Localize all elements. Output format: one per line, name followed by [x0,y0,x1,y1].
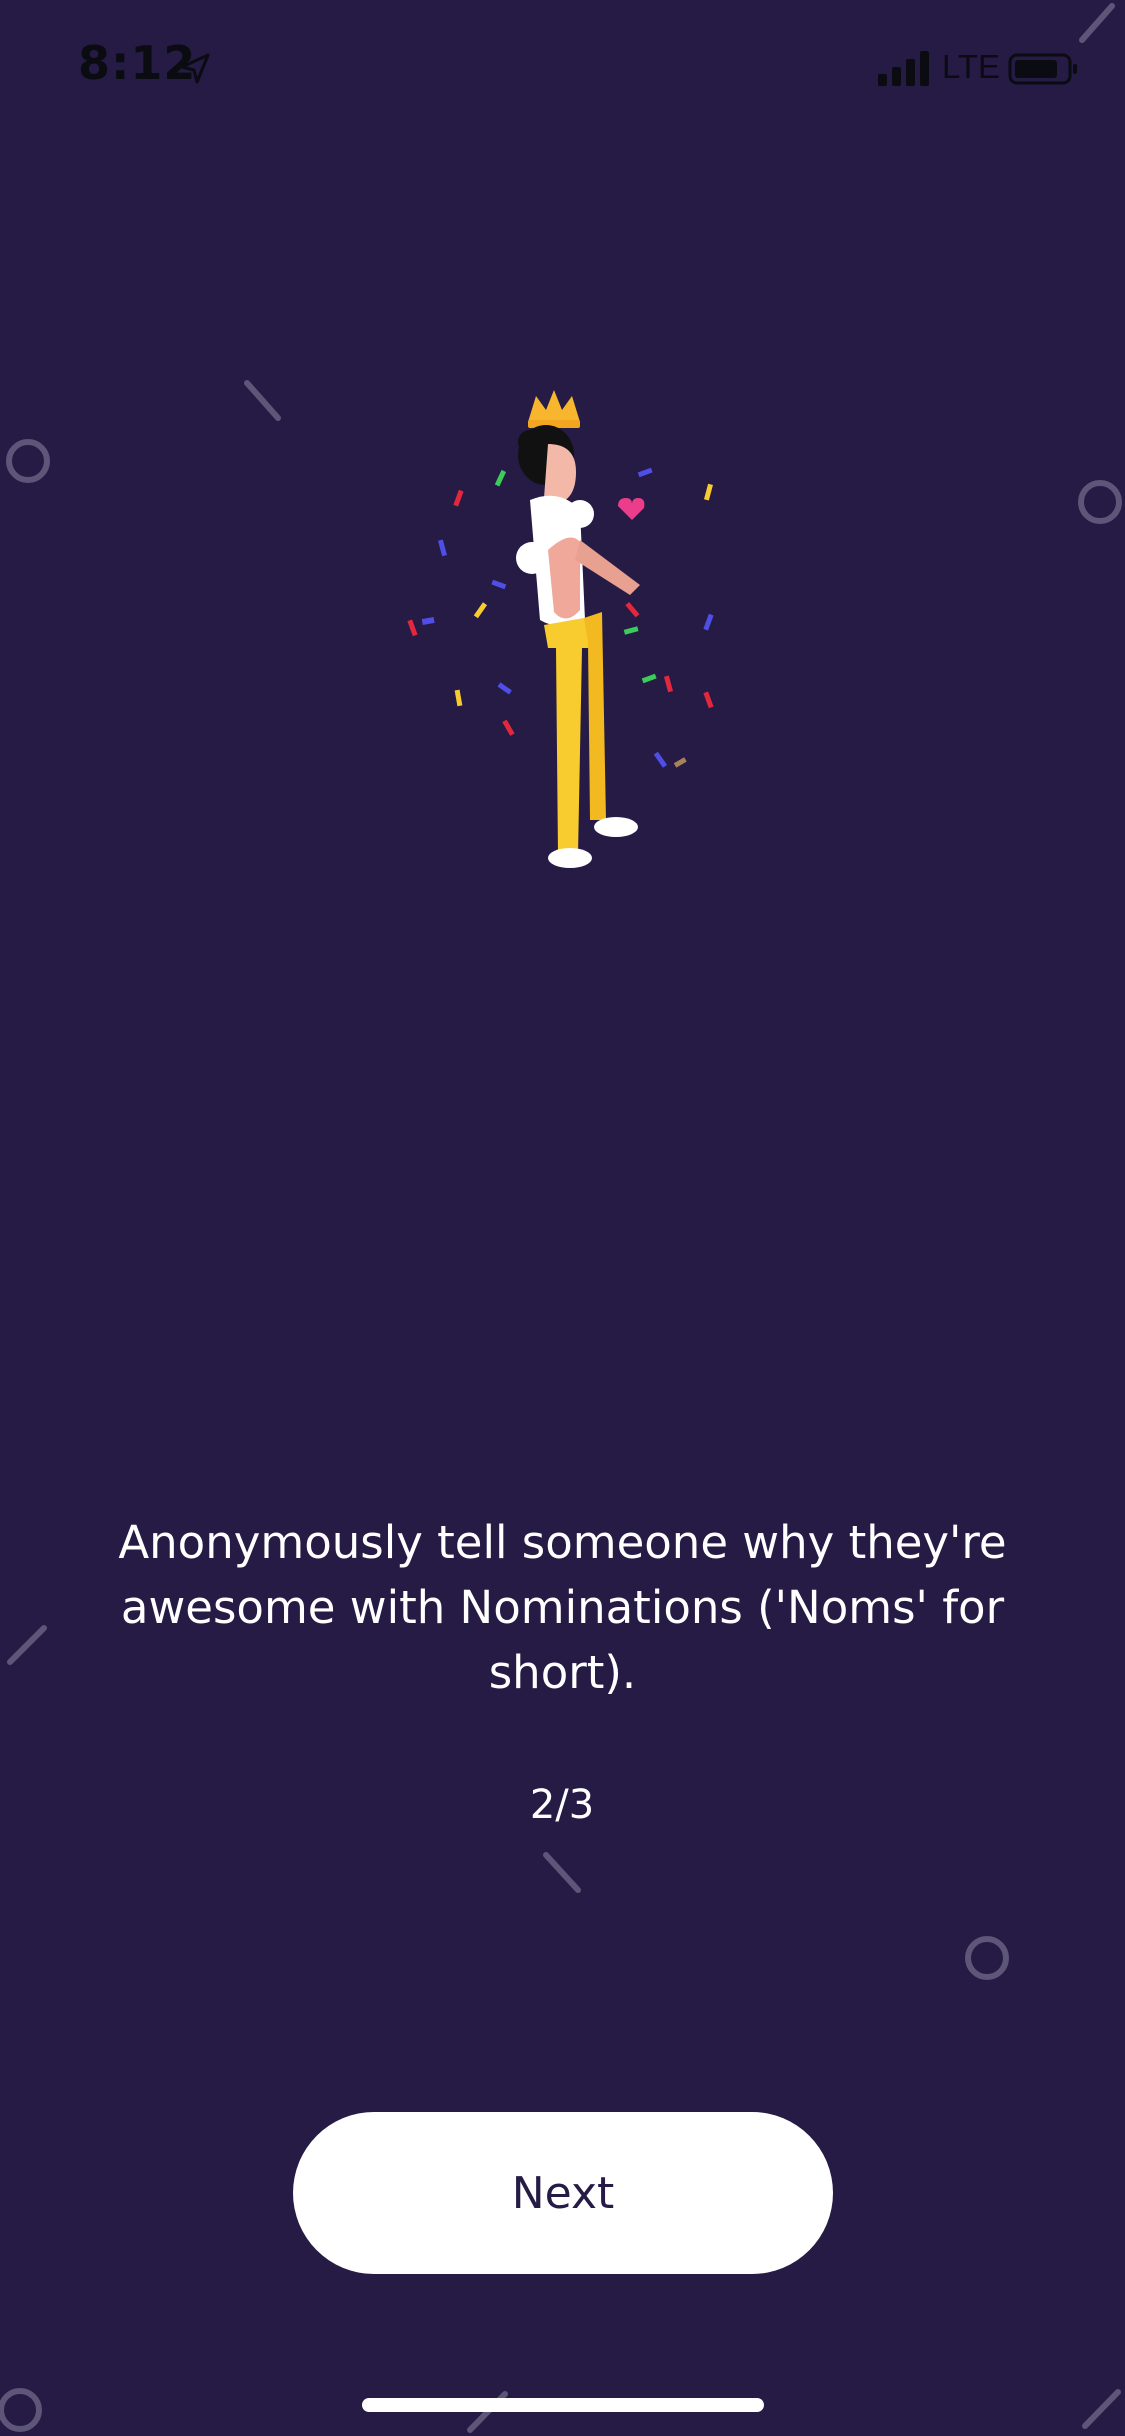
crown-icon [528,390,580,428]
home-indicator[interactable] [362,2398,764,2412]
background-decorations [0,3,1122,2433]
onboarding-message: Anonymously tell someone why they're awe… [118,1516,1007,1699]
person-with-crown-illustration [407,390,714,868]
page-indicator: 2/3 [529,1782,595,1828]
next-button[interactable]: Next [293,2112,833,2274]
